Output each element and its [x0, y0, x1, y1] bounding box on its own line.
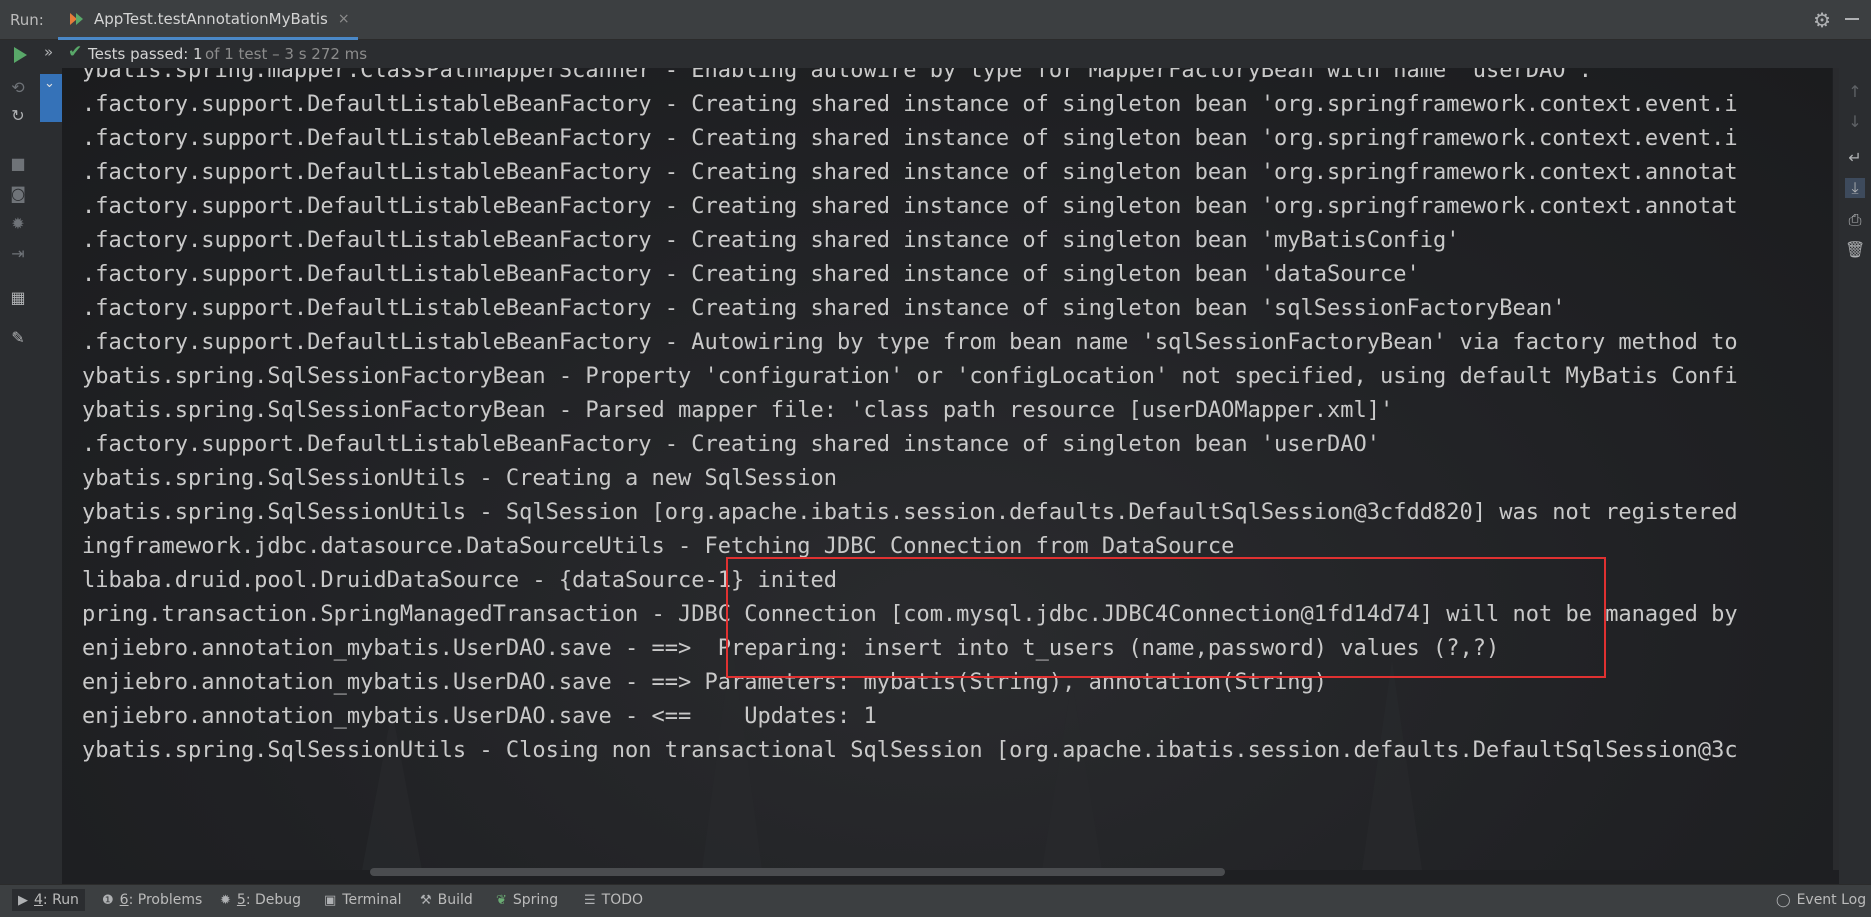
- terminal-label: Terminal: [342, 892, 402, 908]
- export-icon[interactable]: ⇥: [8, 244, 28, 264]
- console-line: ybatis.spring.SqlSessionUtils - Closing …: [82, 738, 1738, 763]
- console-line: .factory.support.DefaultListableBeanFact…: [82, 92, 1738, 117]
- run-label: Run:: [10, 11, 44, 29]
- minimize-icon[interactable]: [1845, 18, 1859, 20]
- horizontal-scrollbar[interactable]: [370, 868, 1225, 876]
- debug-label: : Debug: [245, 892, 302, 908]
- chevron-down-icon: ⌄: [44, 76, 55, 91]
- pin-icon[interactable]: ✎: [8, 328, 28, 348]
- tab-run[interactable]: ▶ 4: Run: [12, 889, 85, 911]
- rerun-icon[interactable]: ⟲: [8, 78, 28, 98]
- tab-run-config[interactable]: AppTest.testAnnotationMyBatis ×: [58, 0, 358, 40]
- console-gutter: [36, 68, 62, 884]
- stop-icon[interactable]: ■: [8, 154, 28, 174]
- console-line: libaba.druid.pool.DruidDataSource - {dat…: [82, 568, 837, 593]
- console-line: ybatis.spring.SqlSessionUtils - Creating…: [82, 466, 837, 491]
- console-line: .factory.support.DefaultListableBeanFact…: [82, 160, 1738, 185]
- tab-title: AppTest.testAnnotationMyBatis: [94, 9, 328, 28]
- close-icon[interactable]: ×: [338, 11, 350, 27]
- console-output[interactable]: ybatis.spring.mapper.ClassPathMapperScan…: [62, 68, 1832, 870]
- console-line: .factory.support.DefaultListableBeanFact…: [82, 194, 1738, 219]
- rerun-failed-icon[interactable]: ↻: [8, 106, 28, 126]
- highlight-box: [726, 557, 1606, 678]
- terminal-icon: ▣: [324, 892, 337, 908]
- list-icon: ☰: [584, 892, 596, 908]
- spring-leaf-icon: ❦: [496, 892, 507, 908]
- console-line: ybatis.spring.SqlSessionUtils - SqlSessi…: [82, 500, 1738, 525]
- run-toolwindow-header: Run: AppTest.testAnnotationMyBatis × ⚙: [0, 0, 1871, 40]
- event-log-icon: ◯: [1776, 892, 1791, 908]
- layout-icon[interactable]: ▦: [8, 288, 28, 308]
- left-toolbar: ⟲ ↻ ■ ◙ ✹ ⇥ ▦ ✎: [0, 68, 36, 884]
- console-line: ybatis.spring.SqlSessionFactoryBean - Pr…: [82, 364, 1738, 389]
- tests-passed-label: Tests passed: 1: [88, 45, 203, 63]
- bottom-toolwindow-bar: ▶ 4: Run ❶6: Problems ✹ 5: Debug ▣ Terminal…: [0, 884, 1871, 917]
- background-tree: [1042, 680, 1102, 870]
- run-key: 4: [34, 892, 43, 908]
- tests-detail-label: of 1 test – 3 s 272 ms: [205, 45, 368, 63]
- console-line: .factory.support.DefaultListableBeanFact…: [82, 262, 1420, 287]
- fold-marker[interactable]: ⌄: [40, 74, 62, 122]
- problems-key: 6: [119, 892, 129, 908]
- tab-terminal[interactable]: ▣ Terminal: [324, 892, 401, 908]
- problems-label: : Problems: [128, 892, 203, 908]
- console-line: .factory.support.DefaultListableBeanFact…: [82, 296, 1566, 321]
- spring-label: Spring: [512, 892, 559, 908]
- arrow-up-icon[interactable]: ↑: [1845, 82, 1865, 102]
- console-line: ybatis.spring.mapper.ClassPathMapperScan…: [82, 68, 1592, 83]
- scroll-to-end-icon[interactable]: ⤓: [1845, 178, 1865, 198]
- hammer-icon: ⚒: [420, 892, 432, 908]
- console-line: .factory.support.DefaultListableBeanFact…: [82, 228, 1460, 253]
- junit-config-icon: [70, 11, 86, 27]
- debug-bug-icon[interactable]: ✹: [8, 214, 28, 234]
- tab-event-log[interactable]: ◯ Event Log: [1776, 892, 1866, 908]
- double-chevron-icon[interactable]: »: [44, 43, 53, 61]
- play-icon: ▶: [18, 892, 28, 908]
- test-status-bar: » ✔ Tests passed: 1 of 1 test – 3 s 272 …: [0, 40, 1871, 68]
- console-line: .factory.support.DefaultListableBeanFact…: [82, 126, 1738, 151]
- arrow-down-icon[interactable]: ↓: [1845, 112, 1865, 132]
- console-line: .factory.support.DefaultListableBeanFact…: [82, 330, 1738, 355]
- console-line: enjiebro.annotation_mybatis.UserDAO.save…: [82, 704, 877, 729]
- check-icon: ✔: [68, 42, 83, 62]
- console-line: .factory.support.DefaultListableBeanFact…: [82, 432, 1381, 457]
- run-label: : Run: [42, 892, 79, 908]
- bug-icon: ✹: [220, 892, 231, 908]
- print-icon[interactable]: ⎙: [1845, 210, 1865, 230]
- gear-icon[interactable]: ⚙: [1813, 8, 1831, 32]
- tab-spring[interactable]: ❦ Spring: [496, 892, 558, 908]
- tab-debug[interactable]: ✹ 5: Debug: [220, 892, 301, 908]
- play-icon[interactable]: [14, 47, 27, 63]
- tab-problems[interactable]: ❶6: Problems: [102, 892, 202, 908]
- right-toolbar: ↑ ↓ ↵ ⤓ ⎙ 🗑: [1839, 68, 1871, 884]
- tab-todo[interactable]: ☰ TODO: [584, 892, 643, 908]
- console-line: ybatis.spring.SqlSessionFactoryBean - Pa…: [82, 398, 1394, 423]
- info-icon: ❶: [102, 892, 114, 908]
- trash-icon[interactable]: 🗑: [1845, 240, 1865, 260]
- todo-label: TODO: [601, 892, 644, 908]
- tab-build[interactable]: ⚒ Build: [420, 892, 473, 908]
- camera-icon[interactable]: ◙: [8, 184, 28, 204]
- event-log-label: Event Log: [1796, 892, 1867, 908]
- build-label: Build: [437, 892, 473, 908]
- soft-wrap-icon[interactable]: ↵: [1845, 148, 1865, 168]
- debug-key: 5: [236, 892, 246, 908]
